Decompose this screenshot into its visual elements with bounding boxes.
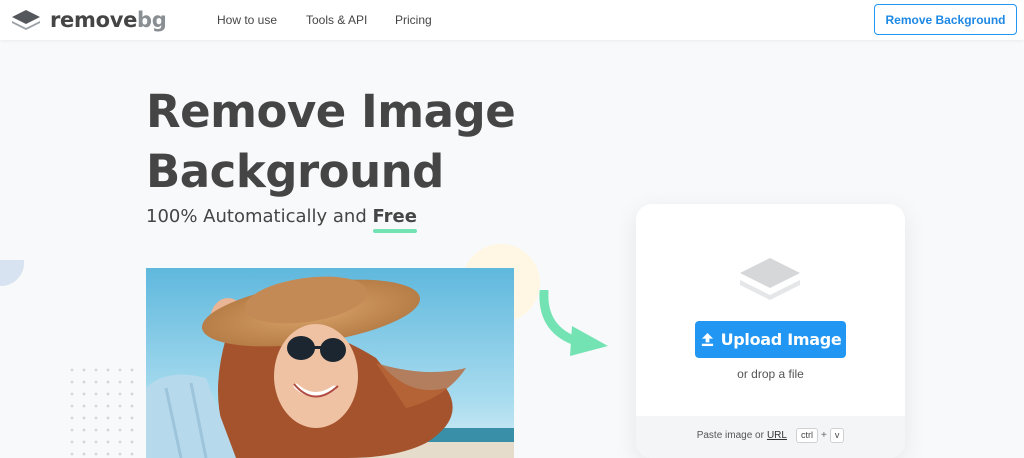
decorative-semicircle xyxy=(0,260,24,286)
drop-file-text: or drop a file xyxy=(737,367,804,381)
paste-hint: Paste image or URL ctrl + v xyxy=(636,416,905,458)
nav-how-to-use[interactable]: How to use xyxy=(217,0,277,40)
subtitle-free: Free xyxy=(372,206,418,233)
nav-tools-api[interactable]: Tools & API xyxy=(306,0,367,40)
page-title: Remove Image Background xyxy=(146,82,566,202)
nav-pricing[interactable]: Pricing xyxy=(395,0,432,40)
v-key: v xyxy=(829,427,845,443)
subtitle-prefix: 100% Automatically and xyxy=(146,206,373,227)
layers-icon xyxy=(740,258,800,300)
title-line-2: Background xyxy=(146,145,444,198)
remove-background-button[interactable]: Remove Background xyxy=(874,4,1017,35)
upload-icon xyxy=(701,332,713,347)
decorative-dot-grid xyxy=(66,364,138,458)
top-navbar: removebg How to use Tools & API Pricing … xyxy=(0,0,1024,40)
example-photo xyxy=(146,268,514,458)
upload-button-label: Upload Image xyxy=(720,330,842,349)
upload-card: Upload Image or drop a file Paste image … xyxy=(636,204,905,458)
url-link[interactable]: URL xyxy=(767,430,787,441)
logo-text: removebg xyxy=(50,8,167,32)
title-line-1: Remove Image xyxy=(146,85,516,138)
curved-arrow-icon xyxy=(539,290,608,356)
logo[interactable]: removebg xyxy=(10,6,167,34)
subtitle: 100% Automatically and Free xyxy=(146,206,418,233)
ctrl-key: ctrl xyxy=(795,427,818,443)
plus-sign: + xyxy=(820,429,827,441)
logo-layers-icon xyxy=(12,10,40,30)
upload-image-button[interactable]: Upload Image xyxy=(695,321,846,358)
paste-hint-text: Paste image or xyxy=(696,429,764,441)
